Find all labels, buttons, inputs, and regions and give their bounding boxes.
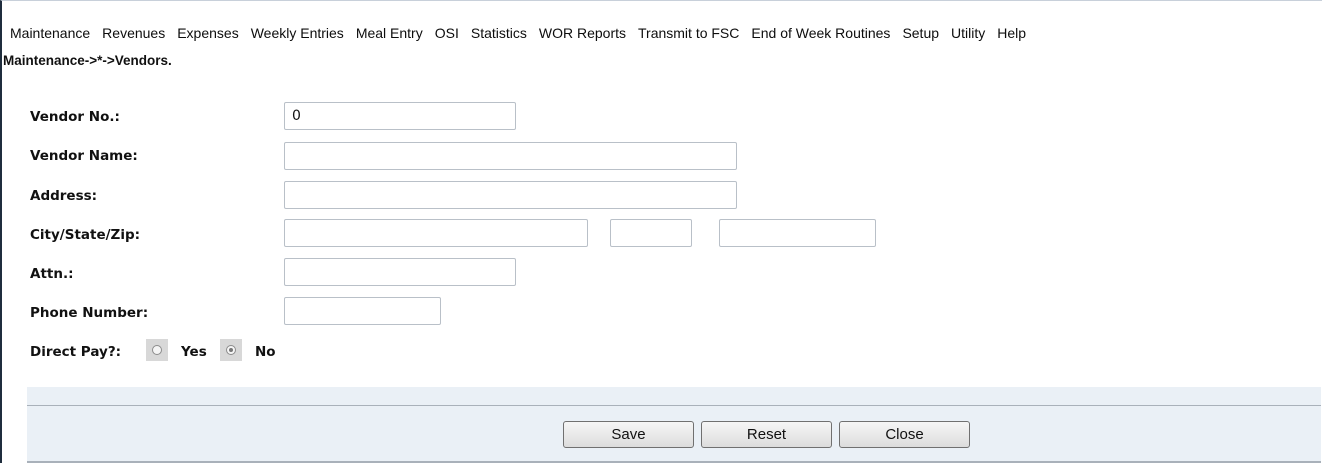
phone-number-input[interactable]: [284, 297, 441, 325]
vendor-no-label: Vendor No.:: [30, 109, 120, 125]
menu-maintenance[interactable]: Maintenance: [2, 22, 96, 45]
save-button[interactable]: Save: [563, 421, 694, 448]
menu-statistics[interactable]: Statistics: [465, 22, 533, 45]
direct-pay-no-label: No: [255, 344, 276, 360]
menu-utility[interactable]: Utility: [945, 22, 991, 45]
direct-pay-yes-radio[interactable]: [146, 339, 168, 361]
footer-divider: [27, 405, 1321, 406]
menu-transmit-to-fsc[interactable]: Transmit to FSC: [632, 22, 745, 45]
attn-label: Attn.:: [30, 266, 74, 282]
direct-pay-yes-label: Yes: [181, 344, 207, 360]
close-button[interactable]: Close: [839, 421, 970, 448]
footer-bottom-border: [27, 461, 1321, 463]
state-input[interactable]: [610, 219, 692, 247]
menu-meal-entry[interactable]: Meal Entry: [350, 22, 429, 45]
menu-setup[interactable]: Setup: [896, 22, 945, 45]
menu-weekly-entries[interactable]: Weekly Entries: [245, 22, 350, 45]
city-input[interactable]: [284, 219, 588, 247]
breadcrumb: Maintenance->*->Vendors.: [3, 53, 172, 68]
reset-button[interactable]: Reset: [701, 421, 832, 448]
phone-number-label: Phone Number:: [30, 305, 149, 321]
address-input[interactable]: [284, 181, 737, 209]
menu-help[interactable]: Help: [991, 22, 1032, 45]
menu-bar: Maintenance Revenues Expenses Weekly Ent…: [2, 22, 1320, 45]
menu-expenses[interactable]: Expenses: [171, 22, 244, 45]
vendor-no-input[interactable]: [284, 102, 516, 130]
menu-osi[interactable]: OSI: [429, 22, 465, 45]
direct-pay-label: Direct Pay?:: [30, 344, 122, 360]
vendor-name-label: Vendor Name:: [30, 148, 138, 164]
radio-checked-icon: [226, 345, 236, 355]
attn-input[interactable]: [284, 258, 516, 286]
menu-revenues[interactable]: Revenues: [96, 22, 171, 45]
radio-unchecked-icon: [152, 345, 162, 355]
menu-wor-reports[interactable]: WOR Reports: [533, 22, 632, 45]
vendor-name-input[interactable]: [284, 142, 737, 170]
city-state-zip-label: City/State/Zip:: [30, 227, 141, 243]
address-label: Address:: [30, 188, 98, 204]
menu-end-of-week-routines[interactable]: End of Week Routines: [745, 22, 896, 45]
direct-pay-no-radio[interactable]: [220, 339, 242, 361]
zip-input[interactable]: [719, 219, 876, 247]
